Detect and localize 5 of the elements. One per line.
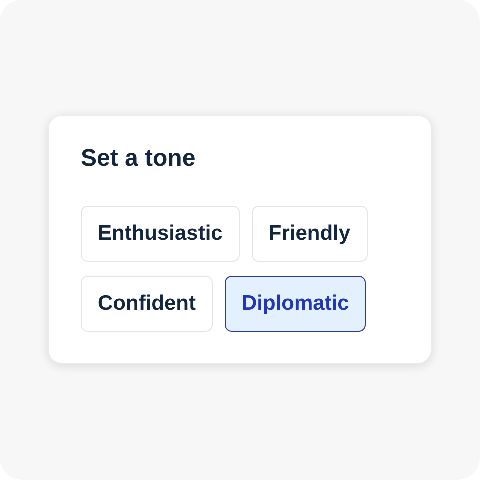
card-title: Set a tone <box>81 144 197 174</box>
tone-option[interactable]: Friendly <box>252 206 368 262</box>
tone-option[interactable]: Enthusiastic <box>81 206 240 262</box>
tone-option[interactable]: Diplomatic <box>224 276 366 332</box>
tone-option[interactable]: Confident <box>81 276 213 332</box>
